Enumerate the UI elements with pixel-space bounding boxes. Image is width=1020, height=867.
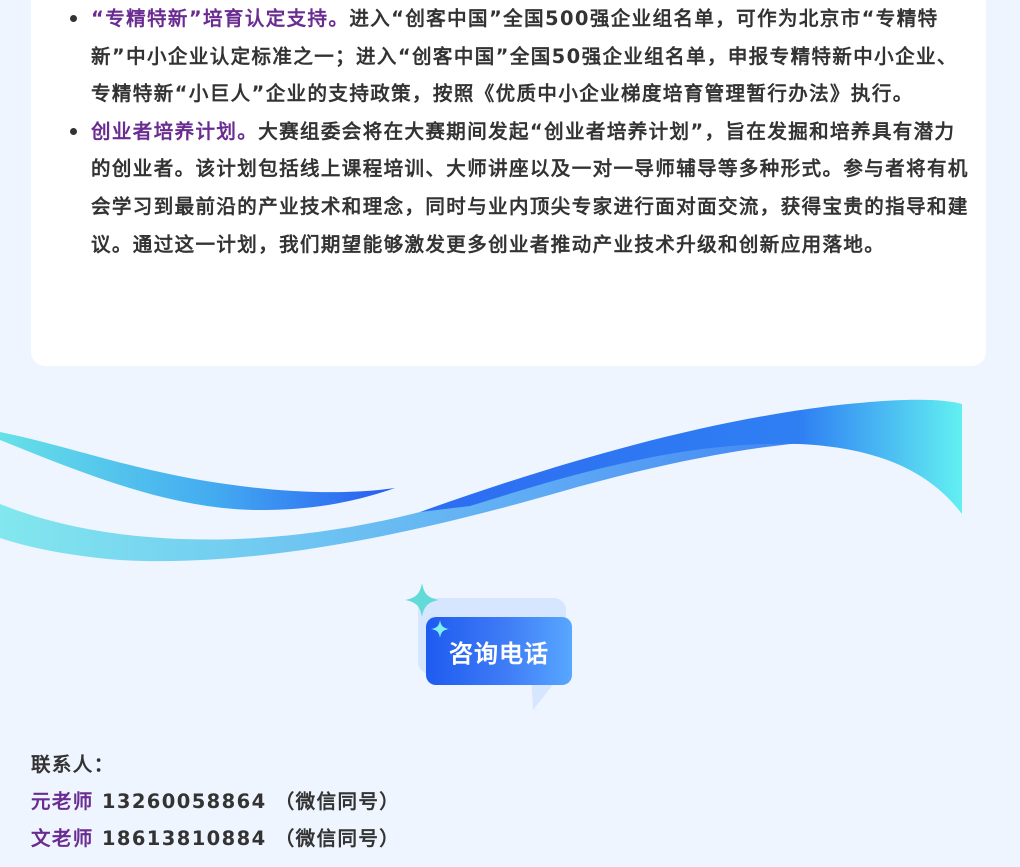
contact-note: （微信同号） — [274, 827, 401, 850]
list-item-highlight: 创业者培养计划。 — [91, 119, 259, 143]
contact-note: （微信同号） — [274, 790, 401, 813]
list-item: 创业者培养计划。大赛组委会将在大赛期间发起“创业者培养计划”，旨在发掘和培养具有… — [64, 113, 974, 263]
contact-section: 联系人： 元老师 13260058864 （微信同号） 文老师 18613810… — [31, 746, 400, 857]
contact-row: 文老师 18613810884 （微信同号） — [31, 820, 400, 857]
decorative-wave — [0, 399, 962, 562]
sparkle-icon — [431, 620, 449, 638]
consult-phone-badge: 咨询电话 — [404, 582, 594, 718]
contact-title: 联系人： — [31, 753, 115, 776]
list-item-highlight: “专精特新”培育认定支持。 — [91, 7, 350, 30]
sparkle-icon — [405, 583, 439, 617]
contact-name: 文老师 — [31, 827, 94, 850]
contact-phone[interactable]: 13260058864 — [102, 790, 267, 813]
list-item: “专精特新”培育认定支持。进入“创客中国”全国500强企业组名单，可作为北京市“… — [64, 0, 974, 113]
contact-row: 元老师 13260058864 （微信同号） — [31, 783, 400, 820]
contact-phone[interactable]: 18613810884 — [102, 827, 267, 850]
benefit-list: “专精特新”培育认定支持。进入“创客中国”全国500强企业组名单，可作为北京市“… — [64, 0, 974, 263]
contact-name: 元老师 — [31, 790, 94, 813]
